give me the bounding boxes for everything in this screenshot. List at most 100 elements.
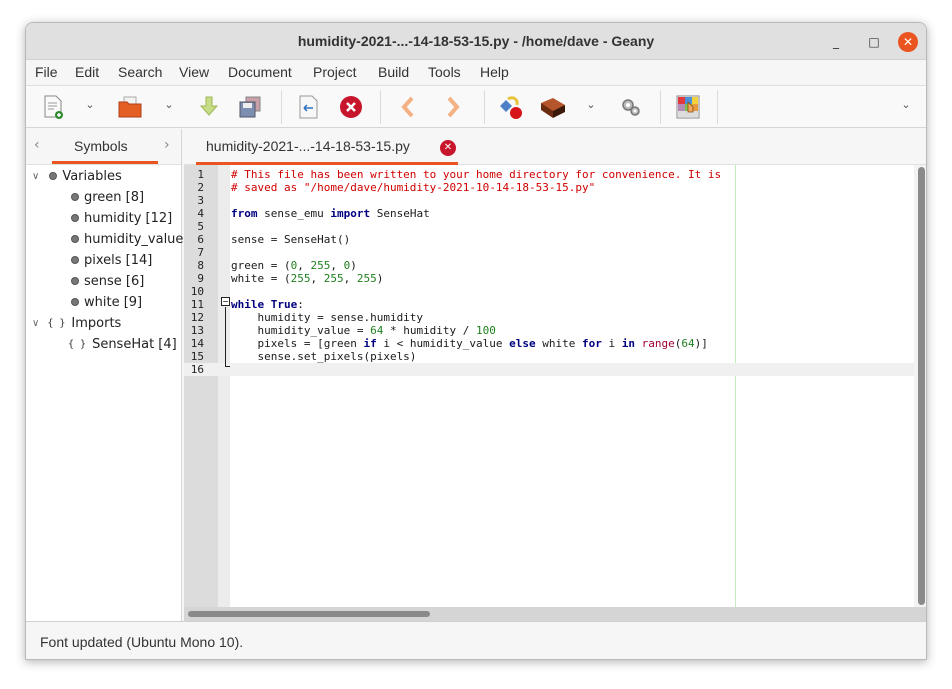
horizontal-scrollbar[interactable] [184,607,926,621]
code-line[interactable]: 2 # saved as "/home/dave/humidity-2021-10… [184,181,926,194]
close-file-button[interactable] [338,94,364,120]
minimize-button[interactable]: _ [826,32,846,52]
code-text: humidity_value = 64 * humidity / 100 [231,324,495,337]
code-token: humidity_value = [231,324,371,337]
build-button[interactable] [539,94,565,120]
compile-button[interactable] [498,94,524,120]
tree-item[interactable]: humidity [12] [71,208,172,228]
menu-help[interactable]: Help [480,64,509,80]
menu-file[interactable]: File [35,64,58,80]
expand-icon[interactable]: ∨ [32,318,39,329]
vertical-scroll-thumb[interactable] [918,167,925,605]
revert-icon [299,95,318,119]
sidebar-next-tab[interactable]: › [164,137,170,153]
code-token: 255 [356,272,377,285]
code-line[interactable]: 11 while True: [184,298,926,311]
menu-edit[interactable]: Edit [75,64,99,80]
sidebar: ‹ Symbols › ∨ Variables green [8] humidi… [26,129,193,621]
navigate-back-button[interactable] [395,94,421,120]
sidebar-prev-tab[interactable]: ‹ [34,137,40,153]
code-text: # saved as "/home/dave/humidity-2021-10-… [231,181,595,194]
title-bar[interactable]: humidity-2021-...-14-18-53-15.py - /home… [26,23,926,60]
close-window-button[interactable]: ✕ [898,32,918,52]
code-token: for [582,337,602,350]
tree-label: green [8] [84,189,145,205]
code-line[interactable]: 7 [184,246,926,259]
line-number: 8 [197,259,204,272]
code-line[interactable]: 4 from sense_emu import SenseHat [184,207,926,220]
tree-item[interactable]: sense [6] [71,271,144,291]
menu-document[interactable]: Document [228,64,292,80]
compile-icon [500,96,522,119]
code-line[interactable]: 15 sense.set_pixels(pixels) [184,350,926,363]
menu-tools[interactable]: Tools [428,64,461,80]
code-line[interactable]: 9 white = (255, 255, 255) [184,272,926,285]
code-token: green = ( [231,259,291,272]
save-all-button[interactable] [237,94,263,120]
tree-item[interactable]: pixels [14] [71,250,152,270]
code-token: while [231,298,265,311]
maximize-button[interactable]: □ [864,32,884,52]
code-line[interactable]: 1 # This file has been written to your ho… [184,168,926,181]
tree-item[interactable]: green [8] [71,187,144,207]
menu-view[interactable]: View [179,64,209,80]
code-line[interactable]: 14 pixels = [green if i < humidity_value… [184,337,926,350]
line-number: 3 [197,194,204,207]
new-file-button[interactable] [40,94,66,120]
code-line[interactable]: 8 green = (0, 255, 0) [184,259,926,272]
tree-group-variables[interactable]: ∨ Variables [32,166,122,186]
save-button[interactable] [196,94,222,120]
close-tab-icon[interactable]: ✕ [440,140,456,156]
menu-project[interactable]: Project [313,64,357,80]
variable-icon [71,277,79,285]
fold-toggle-icon[interactable]: − [221,297,230,306]
open-file-button[interactable] [117,94,143,120]
code-token: i < humidity_value [376,337,510,350]
open-dropdown-button[interactable]: ⌄ [162,98,176,111]
tab-symbols[interactable]: Symbols [74,138,128,154]
tree-label: SenseHat [4] [92,336,177,352]
toolbar-overflow-button[interactable]: ⌄ [899,98,913,111]
code-text: sense.set_pixels(pixels) [231,350,416,363]
chevron-down-icon: ⌄ [85,98,95,111]
code-token: sense.set_pixels(pixels) [231,350,417,363]
tree-item[interactable]: white [9] [71,292,142,312]
menu-build[interactable]: Build [378,64,409,80]
chevron-down-icon: ⌄ [164,98,174,111]
status-message: Font updated (Ubuntu Mono 10). [40,634,244,650]
navigate-forward-button[interactable] [440,94,466,120]
vertical-scrollbar[interactable] [914,165,926,607]
code-line[interactable]: 16 [184,363,926,376]
code-line[interactable]: 10 [184,285,926,298]
code-line[interactable]: 12 humidity = sense.humidity [184,311,926,324]
code-token: 64 [370,324,384,337]
tree-item[interactable]: { } SenseHat [4] [68,334,177,354]
code-text: white = (255, 255, 255) [231,272,383,285]
line-number: 1 [197,168,204,181]
expand-icon[interactable]: ∨ [32,171,39,182]
line-number: 6 [197,233,204,246]
code-line[interactable]: 3 [184,194,926,207]
line-number: 2 [197,181,204,194]
revert-button[interactable] [295,94,321,120]
active-tab-indicator [52,161,158,164]
toolbar-separator [484,90,485,124]
tree-group-imports[interactable]: ∨ { } Imports [32,313,121,333]
minimize-icon: _ [833,35,839,49]
variable-icon [71,235,79,243]
execute-button[interactable] [618,94,644,120]
code-line[interactable]: 6 sense = SenseHat() [184,233,926,246]
tree-label: pixels [14] [84,252,153,268]
tree-item[interactable]: humidity_value [ [71,229,193,249]
code-line[interactable]: 13 humidity_value = 64 * humidity / 100 [184,324,926,337]
code-token: , [297,259,311,272]
color-chooser-button[interactable] [675,94,701,120]
horizontal-scroll-thumb[interactable] [188,611,430,617]
code-editor[interactable]: 1 # This file has been written to your ho… [184,165,926,607]
document-tab[interactable]: humidity-2021-...-14-18-53-15.py ✕ [196,129,458,165]
build-dropdown-button[interactable]: ⌄ [584,98,598,111]
code-line[interactable]: 5 [184,220,926,233]
new-dropdown-button[interactable]: ⌄ [83,98,97,111]
code-token: )] [694,337,708,350]
menu-search[interactable]: Search [118,64,162,80]
